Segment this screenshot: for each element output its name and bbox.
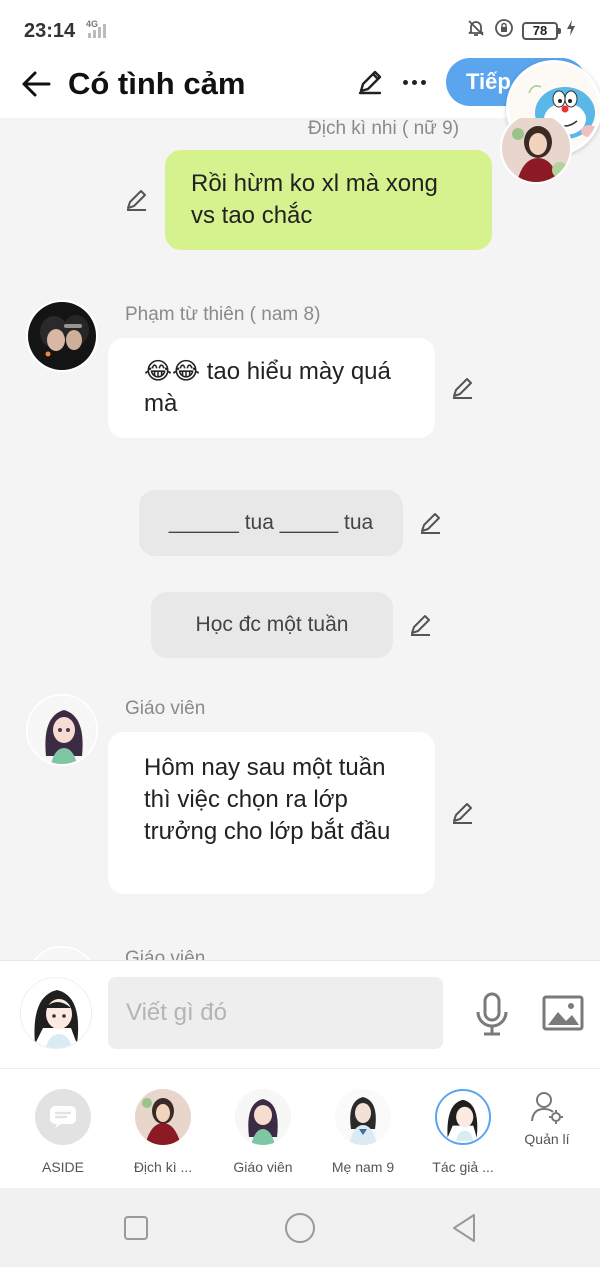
avatar (335, 1089, 391, 1145)
avatar[interactable] (500, 118, 572, 184)
avatar[interactable] (26, 694, 98, 766)
sender-name: Giáo viên (125, 698, 206, 719)
character-label: Tác giả ... (432, 1159, 494, 1175)
pencil-icon (127, 190, 146, 211)
circle-icon (285, 1213, 315, 1243)
message-bubble[interactable]: 😂😂 tao hiểu mày quá mà (108, 338, 435, 438)
avatar (135, 1089, 191, 1145)
square-icon (124, 1216, 148, 1240)
pencil-icon (453, 378, 472, 399)
charging-icon (566, 19, 576, 42)
manage-label: Quản lí (524, 1131, 570, 1147)
triangle-back-icon (453, 1214, 475, 1242)
character-dich-ki-nhi[interactable]: Địch kì ... (113, 1089, 213, 1175)
home-button[interactable] (282, 1210, 318, 1246)
avatar (235, 1089, 291, 1145)
sender-name: Giáo viên (125, 948, 206, 960)
current-character-avatar[interactable] (20, 977, 92, 1049)
sender-name: Địch kì nhi ( nữ 9) (308, 118, 460, 139)
rotation-lock-icon (494, 18, 514, 43)
avatar (435, 1089, 491, 1145)
dot-icon (411, 79, 417, 85)
composer (0, 960, 600, 1068)
sender-name: Phạm từ thiên ( nam 8) (125, 304, 321, 325)
edit-message-button[interactable] (448, 373, 478, 403)
edit-message-button[interactable] (122, 185, 152, 215)
microphone-icon (476, 992, 508, 1036)
manage-characters-button[interactable]: Quản lí (497, 1089, 597, 1147)
pencil-icon (453, 803, 472, 824)
character-giao-vien[interactable]: Giáo viên (213, 1089, 313, 1175)
insert-image-button[interactable] (540, 991, 586, 1035)
pencil-icon (421, 513, 440, 534)
status-time: 23:14 (24, 20, 76, 42)
chat-list[interactable]: Địch kì nhi ( nữ 9) Rồi hừm ko xl mà xon… (0, 118, 600, 960)
character-aside[interactable]: ASIDE (13, 1089, 113, 1175)
aside-icon (35, 1089, 91, 1145)
character-label: Giáo viên (233, 1159, 293, 1175)
pencil-icon (358, 70, 382, 95)
character-selector: ASIDE Địch kì ... Giáo viên Mẹ nam 9 Tác… (0, 1068, 600, 1188)
mute-bell-icon (466, 18, 486, 43)
character-me-nam-9[interactable]: Mẹ nam 9 (313, 1089, 413, 1175)
message-bubble[interactable]: Hôm nay sau một tuần thì việc chọn ra lớ… (108, 732, 435, 894)
edit-title-button[interactable] (352, 64, 388, 100)
avatar[interactable] (26, 946, 98, 960)
edit-message-button[interactable] (416, 508, 446, 538)
battery-icon: 78 (522, 21, 561, 40)
character-label: Địch kì ... (133, 1159, 193, 1175)
system-navigation-bar (0, 1188, 600, 1267)
user-settings-icon (531, 1092, 563, 1124)
story-title: Có tình cảm (68, 66, 246, 101)
narration-bubble[interactable]: Học đc một tuần (151, 592, 393, 658)
message-input[interactable] (108, 977, 443, 1049)
edit-message-button[interactable] (448, 798, 478, 828)
signal-icon (88, 22, 106, 38)
message-bubble-own[interactable]: Rồi hừm ko xl mà xong vs tao chắc (165, 150, 492, 250)
arrow-left-icon (22, 71, 51, 97)
avatar[interactable] (26, 300, 98, 372)
dot-icon (402, 79, 408, 85)
back-button[interactable] (16, 64, 56, 104)
pencil-icon (411, 615, 430, 636)
recent-apps-button[interactable] (118, 1210, 154, 1246)
dot-icon (420, 79, 426, 85)
back-nav-button[interactable] (446, 1210, 482, 1246)
image-icon (542, 995, 584, 1031)
character-label: Mẹ nam 9 (331, 1159, 395, 1175)
edit-message-button[interactable] (406, 610, 436, 640)
character-label: ASIDE (41, 1159, 84, 1175)
more-options-button[interactable] (396, 64, 432, 100)
voice-input-button[interactable] (470, 989, 514, 1039)
narration-bubble[interactable]: ______ tua _____ tua (139, 490, 403, 556)
